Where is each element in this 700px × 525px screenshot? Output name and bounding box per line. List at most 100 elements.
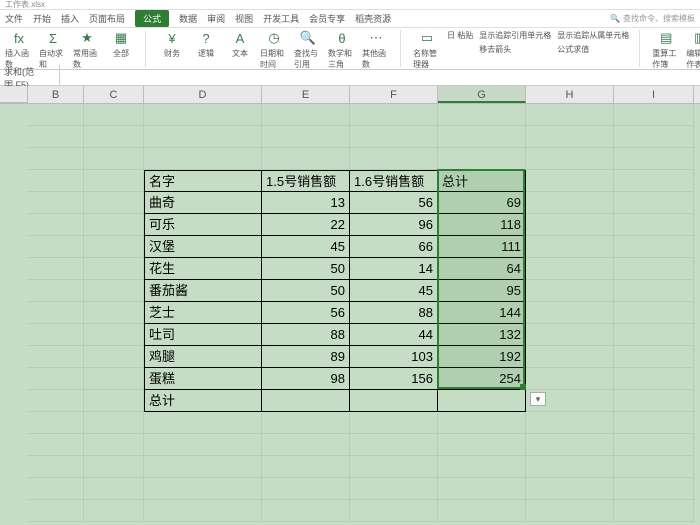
common-fn-button[interactable]: ★常用函数	[73, 30, 101, 70]
cell[interactable]	[28, 390, 84, 412]
cell[interactable]	[614, 170, 694, 192]
menu-file[interactable]: 文件	[5, 12, 23, 25]
menu-formula[interactable]: 公式	[135, 10, 169, 27]
cell[interactable]	[438, 390, 526, 412]
cell[interactable]	[438, 148, 526, 170]
cell[interactable]	[526, 104, 614, 126]
cell[interactable]: 254	[438, 368, 526, 390]
menu-review[interactable]: 审阅	[207, 12, 225, 25]
cell[interactable]	[350, 126, 438, 148]
cell[interactable]: 50	[262, 280, 350, 302]
cell[interactable]: 总计	[144, 390, 262, 412]
cell[interactable]: 1.6号销售额	[350, 170, 438, 192]
cell[interactable]	[526, 478, 614, 500]
menu-view[interactable]: 视图	[235, 12, 253, 25]
cell[interactable]	[526, 126, 614, 148]
cell[interactable]: 64	[438, 258, 526, 280]
cell[interactable]	[28, 346, 84, 368]
cell[interactable]	[614, 456, 694, 478]
cell[interactable]: 44	[350, 324, 438, 346]
cell[interactable]	[526, 456, 614, 478]
trace-dependents-button[interactable]: 移去箭头	[479, 44, 551, 55]
cell[interactable]: 总计	[438, 170, 526, 192]
cell[interactable]	[28, 456, 84, 478]
cell[interactable]	[28, 324, 84, 346]
cell[interactable]	[84, 456, 144, 478]
cell[interactable]: 69	[438, 192, 526, 214]
cell[interactable]	[84, 478, 144, 500]
cell[interactable]	[84, 324, 144, 346]
cell[interactable]	[526, 368, 614, 390]
cell[interactable]	[614, 126, 694, 148]
col-header-b[interactable]: B	[28, 86, 84, 103]
datetime-button[interactable]: ◷日期和时间	[260, 30, 288, 70]
cell[interactable]	[28, 192, 84, 214]
col-header-g[interactable]: G	[438, 86, 526, 103]
cell[interactable]	[28, 258, 84, 280]
finance-button[interactable]: ¥财务	[158, 30, 186, 59]
cell[interactable]: 192	[438, 346, 526, 368]
cell[interactable]: 88	[350, 302, 438, 324]
cell[interactable]	[526, 192, 614, 214]
cell[interactable]	[526, 324, 614, 346]
cell[interactable]	[144, 148, 262, 170]
cell[interactable]: 88	[262, 324, 350, 346]
cell[interactable]	[438, 456, 526, 478]
cell[interactable]	[262, 412, 350, 434]
cell[interactable]	[28, 148, 84, 170]
cell[interactable]	[28, 368, 84, 390]
cell[interactable]: 名字	[144, 170, 262, 192]
cell[interactable]	[144, 456, 262, 478]
cell[interactable]	[144, 500, 262, 522]
menu-member[interactable]: 会员专享	[309, 12, 345, 25]
cell[interactable]: 96	[350, 214, 438, 236]
cell[interactable]	[350, 434, 438, 456]
cell[interactable]	[84, 434, 144, 456]
other-fn-button[interactable]: ⋯其他函数	[362, 30, 390, 70]
select-all-corner[interactable]	[0, 86, 28, 103]
cell[interactable]: 蛋糕	[144, 368, 262, 390]
cell[interactable]	[526, 412, 614, 434]
cell[interactable]	[84, 390, 144, 412]
cell[interactable]	[84, 170, 144, 192]
cell[interactable]: 汉堡	[144, 236, 262, 258]
cell[interactable]	[350, 478, 438, 500]
cell[interactable]	[28, 434, 84, 456]
cell[interactable]	[84, 500, 144, 522]
cell[interactable]	[614, 302, 694, 324]
cell[interactable]	[350, 148, 438, 170]
cell[interactable]: 98	[262, 368, 350, 390]
cell[interactable]: 22	[262, 214, 350, 236]
cell[interactable]	[614, 236, 694, 258]
paste-name-button[interactable]: 日 粘贴	[447, 30, 473, 41]
trace-precedents-button[interactable]: 显示追踪引用单元格	[479, 30, 551, 41]
cell[interactable]: 89	[262, 346, 350, 368]
cell[interactable]	[350, 412, 438, 434]
cell[interactable]	[144, 434, 262, 456]
cell[interactable]: 103	[350, 346, 438, 368]
cell[interactable]	[614, 390, 694, 412]
cell[interactable]	[614, 104, 694, 126]
col-header-i[interactable]: I	[614, 86, 694, 103]
cell[interactable]	[84, 236, 144, 258]
cell[interactable]	[84, 346, 144, 368]
cell[interactable]	[144, 126, 262, 148]
cell[interactable]	[614, 258, 694, 280]
cell[interactable]	[438, 412, 526, 434]
cell[interactable]	[144, 412, 262, 434]
cell[interactable]: 132	[438, 324, 526, 346]
cell[interactable]	[28, 214, 84, 236]
cell[interactable]	[144, 104, 262, 126]
name-manager-button[interactable]: ▭名称管理器	[413, 30, 441, 70]
cell[interactable]: 50	[262, 258, 350, 280]
cell[interactable]	[526, 236, 614, 258]
cell[interactable]	[438, 104, 526, 126]
grid[interactable]: 名字1.5号销售额1.6号销售额总计曲奇135669可乐2296118汉堡456…	[28, 104, 700, 525]
error-check-button[interactable]: 公式求值	[557, 44, 629, 55]
cell[interactable]: 45	[350, 280, 438, 302]
cell[interactable]	[28, 104, 84, 126]
cell[interactable]	[28, 280, 84, 302]
menu-insert[interactable]: 插入	[61, 12, 79, 25]
cell[interactable]: 111	[438, 236, 526, 258]
cell[interactable]: 13	[262, 192, 350, 214]
